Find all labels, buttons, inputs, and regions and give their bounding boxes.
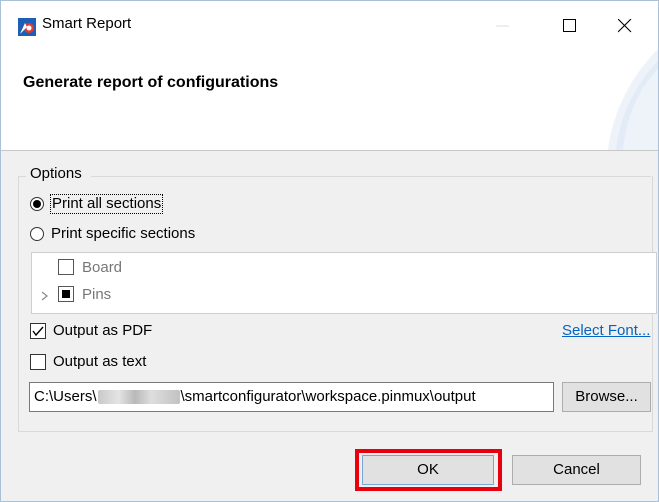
banner-title: Generate report of configurations [23, 74, 279, 91]
banner-decoration [608, 49, 658, 150]
close-button[interactable] [602, 1, 648, 49]
path-suffix: \smartconfigurator\workspace.pinmux\outp… [180, 388, 476, 405]
output-pdf-checkbox[interactable] [30, 323, 46, 339]
options-group-label: Options [30, 165, 82, 182]
checkmark-icon [32, 326, 44, 337]
output-path-field[interactable]: C:\Users\ \smartconfigurator\workspace.pi… [29, 382, 554, 412]
output-text-label[interactable]: Output as text [53, 353, 146, 370]
title-bar: Smart Report [1, 1, 658, 49]
tree-item-board: Board [82, 259, 123, 276]
close-icon [618, 19, 632, 33]
tree-item-pins: Pins [82, 286, 112, 303]
maximize-button[interactable] [547, 1, 593, 49]
smart-report-dialog: Smart Report Generate report of configur… [0, 0, 659, 502]
path-prefix: C:\Users\ [34, 388, 97, 405]
print-specific-label[interactable]: Print specific sections [51, 225, 195, 242]
maximize-icon [563, 19, 576, 32]
output-text-checkbox[interactable] [30, 354, 46, 370]
minimize-button[interactable] [480, 1, 526, 49]
select-font-link[interactable]: Select Font... [562, 322, 650, 339]
pins-checkbox[interactable] [58, 286, 74, 302]
ok-button[interactable]: OK [362, 455, 494, 485]
print-all-radio[interactable] [30, 197, 44, 211]
print-specific-radio[interactable] [30, 227, 44, 241]
window-title: Smart Report [42, 15, 132, 32]
print-all-label[interactable]: Print all sections [50, 194, 164, 214]
chevron-right-icon[interactable] [41, 291, 49, 301]
output-pdf-label[interactable]: Output as PDF [53, 322, 152, 339]
browse-button[interactable]: Browse... [562, 382, 651, 412]
board-checkbox[interactable] [58, 259, 74, 275]
redacted-username [97, 390, 180, 405]
sections-tree [31, 252, 657, 314]
cancel-button[interactable]: Cancel [512, 455, 641, 485]
dialog-banner: Generate report of configurations [1, 49, 658, 151]
smart-configurator-icon [18, 18, 36, 36]
minimize-icon [496, 25, 509, 27]
